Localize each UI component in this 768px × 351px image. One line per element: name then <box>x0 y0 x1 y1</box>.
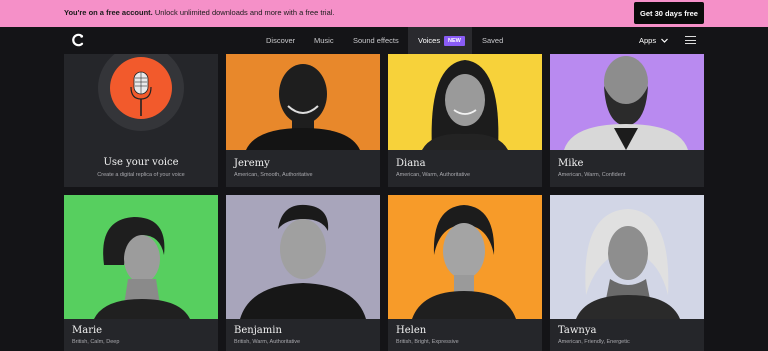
voice-tags: British, Calm, Deep <box>72 339 120 345</box>
voice-tags: American, Warm, Authoritative <box>396 172 471 178</box>
voice-portrait <box>226 195 380 319</box>
voice-name: Tawnya <box>558 325 597 336</box>
voice-tags: American, Friendly, Energetic <box>558 339 630 345</box>
banner-text: Unlock unlimited downloads and more with… <box>152 8 335 17</box>
nav-discover[interactable]: Discover <box>266 36 295 45</box>
banner-bold-text: You're on a free account. <box>64 8 153 17</box>
use-voice-title: Use your voice <box>103 157 179 168</box>
new-badge: NEW <box>444 36 465 46</box>
voice-card-jeremy[interactable]: Jeremy American, Smooth, Authoritative <box>226 54 380 187</box>
voice-name: Benjamin <box>234 325 282 336</box>
use-your-voice-card[interactable]: Use your voice Create a digital replica … <box>64 54 218 187</box>
voice-card-mike[interactable]: Mike American, Warm, Confident <box>550 54 704 187</box>
free-trial-button[interactable]: Get 30 days free <box>634 2 704 24</box>
voice-tags: British, Bright, Expressive <box>396 339 459 345</box>
voice-card-diana[interactable]: Diana American, Warm, Authoritative <box>388 54 542 187</box>
voice-card-tawnya[interactable]: Tawnya American, Friendly, Energetic <box>550 195 704 351</box>
voice-portrait <box>550 54 704 150</box>
nav-music[interactable]: Music <box>314 36 334 45</box>
voice-portrait <box>388 195 542 319</box>
nav-sound-effects[interactable]: Sound effects <box>353 36 399 45</box>
voice-portrait <box>64 195 218 319</box>
nav-saved[interactable]: Saved <box>482 36 503 45</box>
apps-menu[interactable]: Apps <box>639 36 656 45</box>
logo-icon[interactable] <box>71 33 85 47</box>
voice-name: Diana <box>396 158 426 169</box>
voice-tags: American, Smooth, Authoritative <box>234 172 313 178</box>
voice-portrait <box>226 54 380 150</box>
voice-name: Mike <box>558 158 584 169</box>
voice-tags: American, Warm, Confident <box>558 172 626 178</box>
chevron-down-icon[interactable] <box>660 36 669 45</box>
use-voice-subtitle: Create a digital replica of your voice <box>97 172 185 178</box>
voice-tags: British, Warm, Authoritative <box>234 339 301 345</box>
voice-card-marie[interactable]: Marie British, Calm, Deep <box>64 195 218 351</box>
top-navigation: Discover Music Sound effects Voices NEW … <box>0 27 768 54</box>
voice-card-helen[interactable]: Helen British, Bright, Expressive <box>388 195 542 351</box>
microphone-illustration <box>98 54 184 131</box>
voice-name: Jeremy <box>234 158 270 169</box>
free-account-banner: You're on a free account. Unlock unlimit… <box>0 0 768 27</box>
voice-card-benjamin[interactable]: Benjamin British, Warm, Authoritative <box>226 195 380 351</box>
voice-name: Helen <box>396 325 427 336</box>
nav-voices[interactable]: Voices <box>418 36 440 45</box>
voice-portrait <box>388 54 542 150</box>
voice-portrait <box>550 195 704 319</box>
banner-message: You're on a free account. Unlock unlimit… <box>64 8 335 17</box>
menu-icon[interactable] <box>685 35 696 45</box>
voice-name: Marie <box>72 325 103 336</box>
